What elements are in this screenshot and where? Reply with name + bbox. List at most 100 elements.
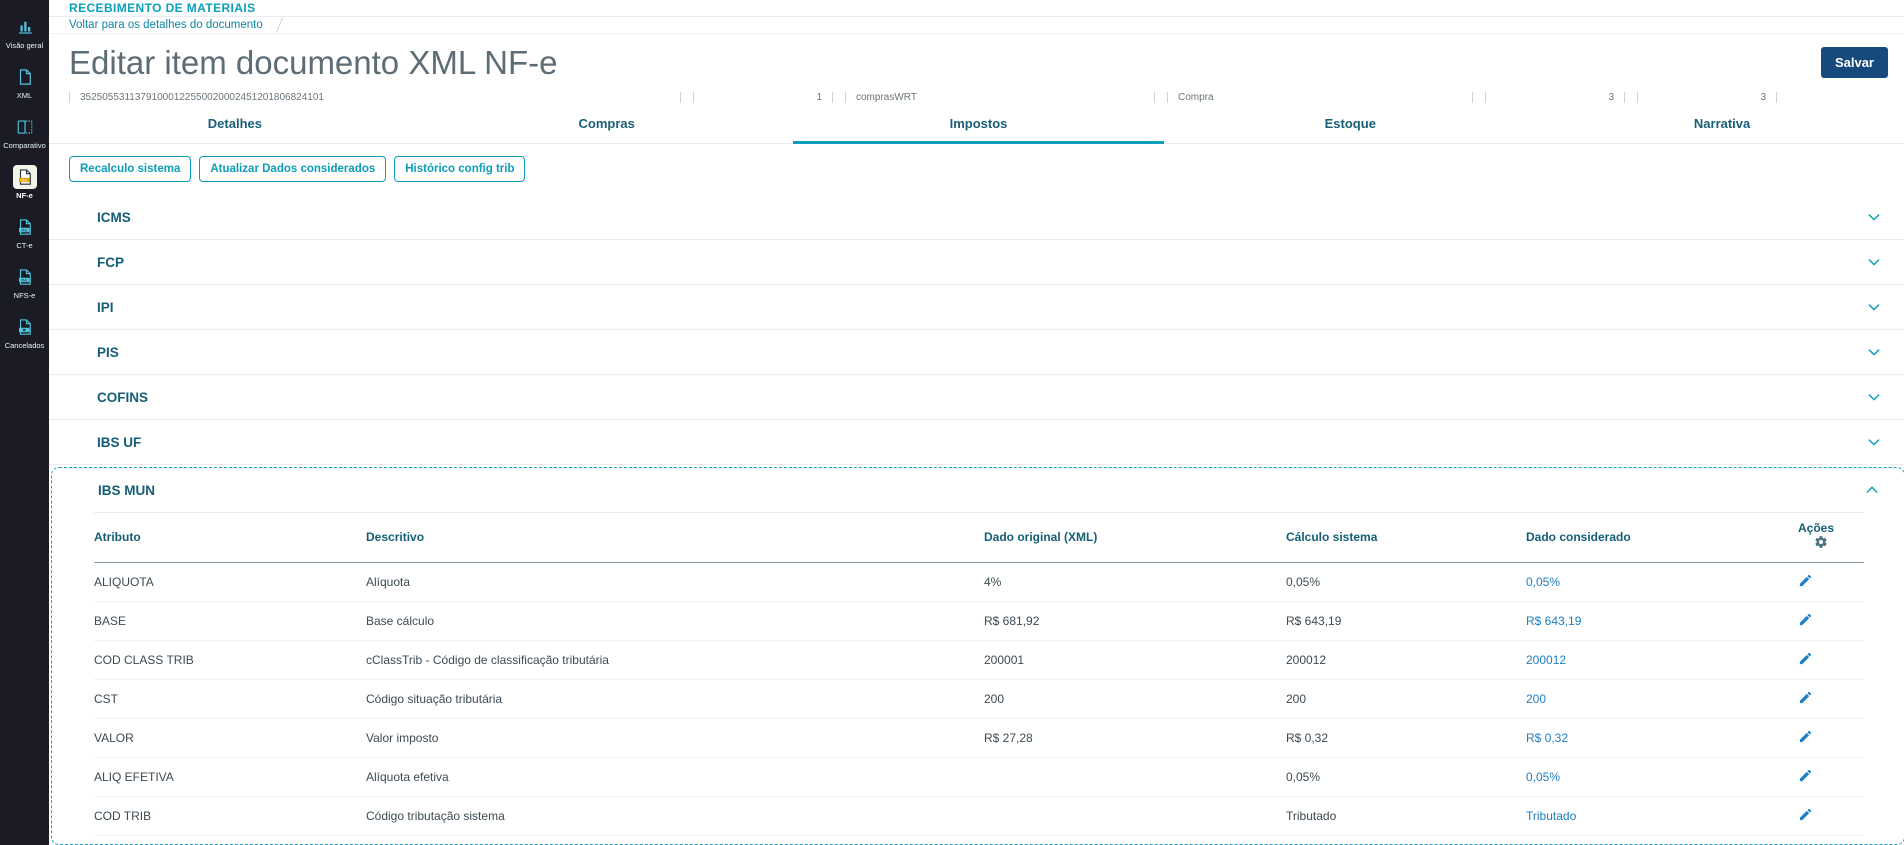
cell-original: 4%	[984, 562, 1286, 602]
accordion-label: COFINS	[97, 389, 149, 405]
user-field[interactable]: comprasWRT	[845, 91, 1155, 103]
edit-pencil-icon[interactable]	[1798, 768, 1813, 783]
chevron-down-icon	[1866, 344, 1882, 360]
cell-original: R$ 27,28	[984, 718, 1286, 758]
accordion-ipi[interactable]: IPI	[49, 285, 1904, 330]
sidebar-item-label: NFS-e	[13, 291, 36, 300]
sidebar-item-label: Visão geral	[5, 41, 44, 50]
cte-file-icon: XML	[13, 215, 37, 239]
cell-descritivo: Alíquota	[366, 562, 984, 602]
accordion-fcp[interactable]: FCP	[49, 240, 1904, 285]
sidebar-item-comparativo[interactable]: Comparativo	[0, 108, 49, 158]
sidebar-item-visao-geral[interactable]: Visão geral	[0, 8, 49, 58]
module-title: RECEBIMENTO DE MATERIAIS	[69, 0, 256, 15]
cell-considerado-link[interactable]: 200	[1526, 679, 1798, 719]
edit-pencil-icon[interactable]	[1798, 612, 1813, 627]
cell-descritivo: cClassTrib - Código de classificação tri…	[366, 640, 984, 680]
cell-calculo: 200	[1286, 679, 1526, 719]
edit-pencil-icon[interactable]	[1798, 573, 1813, 588]
app-root: Visão geral XML Comparativo XML NF-e XML…	[0, 0, 1904, 845]
column-header-calculo: Cálculo sistema	[1286, 512, 1526, 563]
chevron-up-icon	[1864, 482, 1880, 498]
breadcrumb-separator	[275, 17, 283, 33]
cell-original: R$ 681,92	[984, 601, 1286, 641]
cell-atributo: COD TRIB	[94, 796, 366, 836]
accordion-icms[interactable]: ICMS	[49, 195, 1904, 240]
table-header-row: Atributo Descritivo Dado original (XML) …	[94, 512, 1864, 563]
chevron-down-icon	[1866, 299, 1882, 315]
sidebar-item-nfse[interactable]: XML NFS-e	[0, 258, 49, 308]
cell-atributo: VALOR	[94, 718, 366, 758]
cell-original: 200001	[984, 640, 1286, 680]
column-header-original: Dado original (XML)	[984, 512, 1286, 563]
atualizar-dados-button[interactable]: Atualizar Dados considerados	[199, 156, 387, 182]
sidebar-item-cancelados[interactable]: Cancelados	[0, 308, 49, 358]
top-bar: RECEBIMENTO DE MATERIAIS	[49, 0, 1904, 17]
accordion-label: IPI	[97, 299, 114, 315]
item-number-field[interactable]: 1	[693, 91, 833, 103]
cell-descritivo: Alíquota efetiva	[366, 757, 984, 797]
quantity-field-1[interactable]: 3	[1485, 91, 1625, 103]
accordion-ibs-mun[interactable]: IBS MUN	[52, 468, 1904, 510]
compare-files-icon	[13, 115, 37, 139]
historico-config-button[interactable]: Histórico config trib	[394, 156, 526, 182]
cell-considerado-link[interactable]: 0,05%	[1526, 562, 1798, 602]
sidebar-item-label: XML	[16, 91, 33, 100]
access-key-field[interactable]: 3525055311379100012255002000245120180682…	[69, 91, 681, 103]
sidebar-item-xml[interactable]: XML	[0, 58, 49, 108]
edit-pencil-icon[interactable]	[1798, 690, 1813, 705]
accordion-ibs-uf[interactable]: IBS UF	[49, 420, 1904, 465]
sidebar-item-label: NF-e	[16, 191, 33, 200]
sidebar-item-nfe[interactable]: XML NF-e	[0, 158, 49, 208]
accordion-pis[interactable]: PIS	[49, 330, 1904, 375]
accordion-cofins[interactable]: COFINS	[49, 375, 1904, 420]
gear-icon[interactable]	[1814, 536, 1828, 552]
tab-compras[interactable]: Compras	[421, 103, 793, 144]
accordion-label: PIS	[97, 344, 119, 360]
cell-calculo: R$ 643,19	[1286, 601, 1526, 641]
nfe-file-icon: XML	[12, 165, 37, 189]
chevron-down-icon	[1866, 209, 1882, 225]
nfse-file-icon: XML	[13, 265, 37, 289]
save-button[interactable]: Salvar	[1820, 47, 1888, 79]
sidebar-item-label: Cancelados	[4, 341, 45, 350]
cell-atributo: ALIQ EFETIVA	[94, 757, 366, 797]
cell-atributo: BASE	[94, 601, 366, 641]
column-header-descritivo: Descritivo	[366, 512, 984, 563]
cell-descritivo: Base cálculo	[366, 601, 984, 641]
cell-considerado-link[interactable]: 0,05%	[1526, 757, 1798, 797]
type-field[interactable]: Compra	[1167, 91, 1473, 103]
cell-descritivo: Código situação tributária	[366, 679, 984, 719]
form-fields-row: 3525055311379100012255002000245120180682…	[49, 91, 1904, 103]
sidebar: Visão geral XML Comparativo XML NF-e XML…	[0, 0, 49, 845]
table-row: BASE Base cálculo R$ 681,92 R$ 643,19 R$…	[94, 601, 1864, 641]
tab-detalhes[interactable]: Detalhes	[49, 103, 421, 144]
edit-pencil-icon[interactable]	[1798, 807, 1813, 822]
edit-pencil-icon[interactable]	[1798, 729, 1813, 744]
cell-atributo: ALIQUOTA	[94, 562, 366, 602]
tab-estoque[interactable]: Estoque	[1164, 103, 1536, 144]
quantity-field-2[interactable]: 3	[1637, 91, 1777, 103]
breadcrumb-back-link[interactable]: Voltar para os detalhes do documento	[69, 19, 263, 31]
tab-narrativa[interactable]: Narrativa	[1536, 103, 1904, 144]
cell-atributo: CST	[94, 679, 366, 719]
column-header-considerado: Dado considerado	[1526, 512, 1798, 563]
xml-file-icon	[13, 65, 37, 89]
table-row: ALIQ EFETIVA Alíquota efetiva 0,05% 0,05…	[94, 757, 1864, 797]
svg-text:XML: XML	[20, 178, 27, 182]
cell-considerado-link[interactable]: Tributado	[1526, 796, 1798, 836]
sidebar-item-cte[interactable]: XML CT-e	[0, 208, 49, 258]
table-row: CST Código situação tributária 200 200 2…	[94, 679, 1864, 719]
cell-descritivo: Valor imposto	[366, 718, 984, 758]
recalculo-sistema-button[interactable]: Recalculo sistema	[69, 156, 192, 182]
accordion-label: FCP	[97, 254, 124, 270]
accordion-ibs-mun-expanded: IBS MUN Atributo Descritivo Dado origina…	[51, 467, 1904, 845]
edit-pencil-icon[interactable]	[1798, 651, 1813, 666]
bar-chart-icon	[13, 15, 37, 39]
cell-considerado-link[interactable]: 200012	[1526, 640, 1798, 680]
tax-attributes-table: Atributo Descritivo Dado original (XML) …	[94, 512, 1864, 836]
cell-considerado-link[interactable]: R$ 0,32	[1526, 718, 1798, 758]
cell-original	[984, 796, 1286, 836]
tab-impostos[interactable]: Impostos	[792, 103, 1165, 144]
cell-considerado-link[interactable]: R$ 643,19	[1526, 601, 1798, 641]
